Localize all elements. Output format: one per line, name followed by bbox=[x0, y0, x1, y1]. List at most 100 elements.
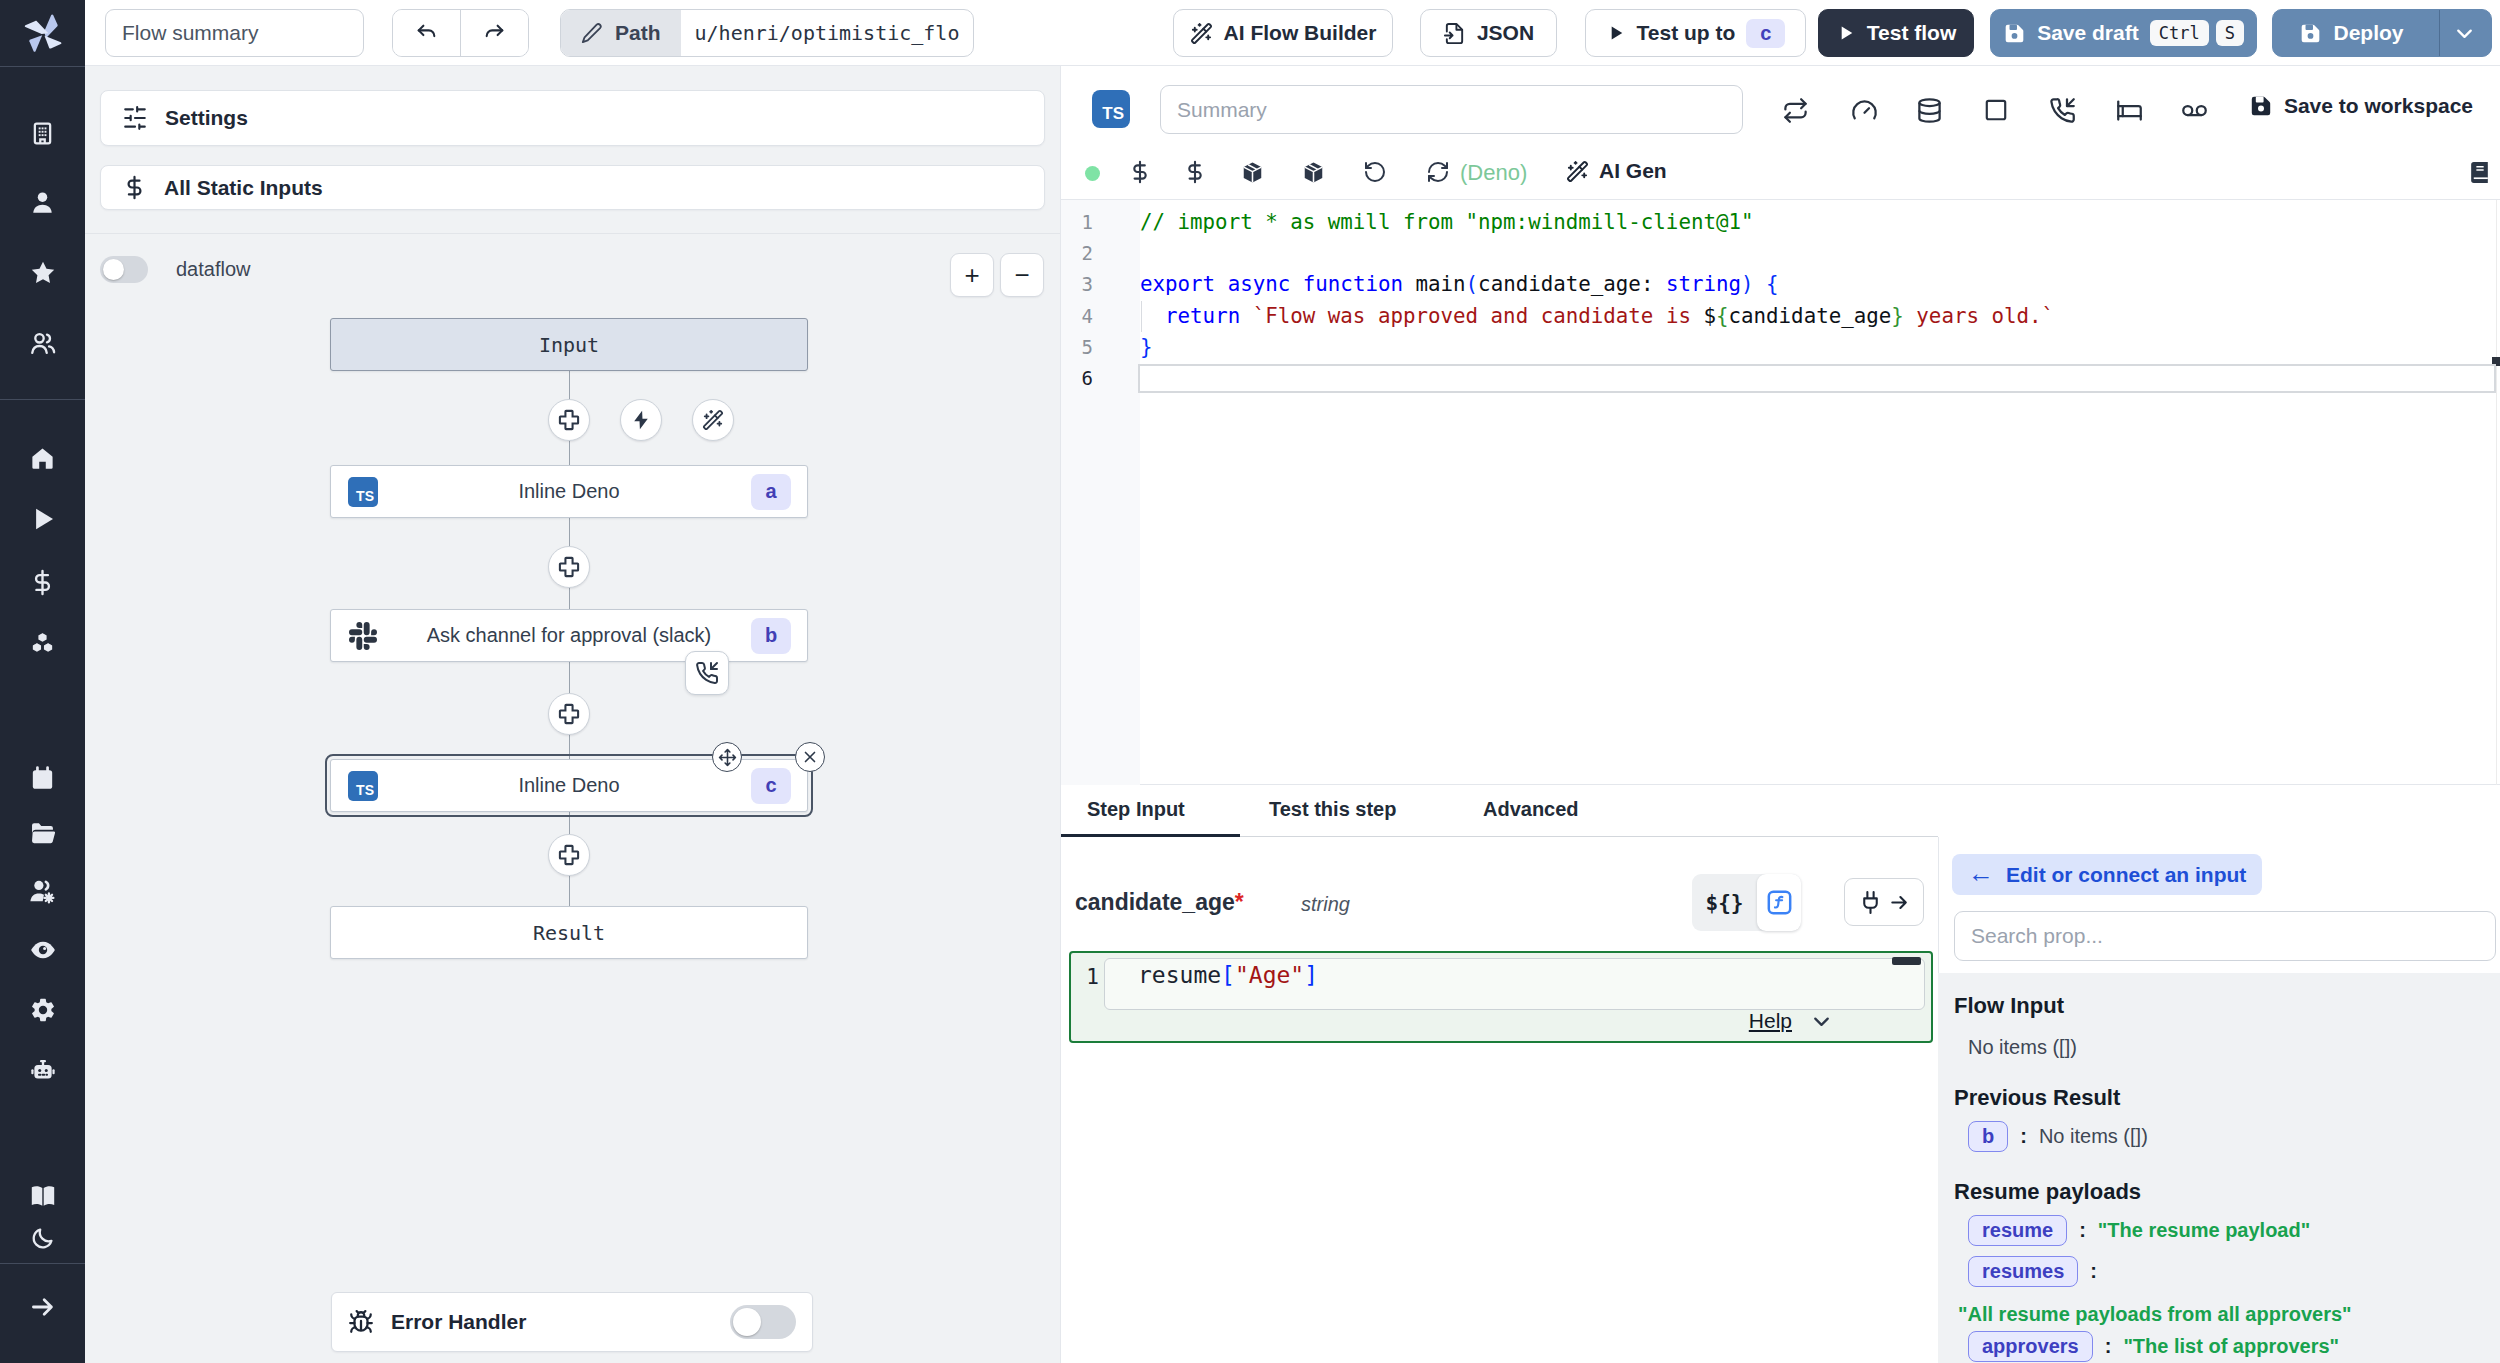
topbar: Path u/henri/optimistic_flo AI Flow Buil… bbox=[85, 0, 2500, 66]
cache-icon[interactable] bbox=[1916, 97, 1943, 124]
sidebar-item-home[interactable] bbox=[0, 444, 85, 472]
move-step-handle[interactable] bbox=[712, 742, 742, 772]
dark-mode-toggle-icon[interactable] bbox=[0, 1225, 85, 1251]
insert-step-button[interactable] bbox=[548, 834, 590, 876]
delete-step-button[interactable] bbox=[795, 742, 825, 772]
prop-badge-resume[interactable]: resume bbox=[1968, 1215, 2067, 1246]
active-tab-underline bbox=[1061, 834, 1240, 837]
reload-icon[interactable] bbox=[1426, 160, 1450, 184]
flow-node-step-a[interactable]: TS Inline Deno a bbox=[330, 465, 808, 518]
field-type: string bbox=[1301, 893, 1350, 916]
sleep-icon[interactable] bbox=[2116, 97, 2143, 124]
insert-step-button[interactable] bbox=[548, 693, 590, 735]
ai-gen-button[interactable]: AI Gen bbox=[1566, 159, 1667, 183]
deploy-button[interactable]: Deploy bbox=[2272, 9, 2492, 57]
resume-payloads-title: Resume payloads bbox=[1954, 1179, 2141, 1205]
insert-step-button[interactable] bbox=[548, 546, 590, 588]
sidebar-item-workers[interactable] bbox=[0, 877, 85, 905]
mock-icon[interactable] bbox=[2181, 97, 2208, 124]
insert-trigger-button[interactable] bbox=[620, 399, 662, 441]
sidebar-item-resources[interactable] bbox=[0, 630, 85, 659]
dataflow-toggle[interactable] bbox=[100, 256, 148, 283]
summary-input[interactable] bbox=[1160, 85, 1743, 134]
javascript-mode-button[interactable] bbox=[1757, 874, 1801, 931]
expression-scrollbar[interactable] bbox=[1892, 957, 1921, 965]
code-editor[interactable]: 1// import * as wmill from "npm:windmill… bbox=[1061, 200, 2500, 785]
sidebar-collapse-button[interactable] bbox=[0, 1293, 85, 1321]
resources-icon[interactable] bbox=[1240, 160, 1265, 185]
error-handler-toggle[interactable] bbox=[730, 1305, 796, 1339]
test-up-to-button[interactable]: Test up to c bbox=[1585, 9, 1806, 57]
zoom-in-button[interactable]: + bbox=[950, 253, 994, 297]
insert-ai-step-button[interactable] bbox=[692, 399, 734, 441]
documentation-icon[interactable] bbox=[2467, 160, 2492, 185]
reset-icon[interactable] bbox=[1363, 160, 1387, 184]
sidebar-item-folders[interactable] bbox=[0, 819, 85, 847]
sidebar-item-user[interactable] bbox=[0, 188, 85, 216]
previous-result-title: Previous Result bbox=[1954, 1085, 2120, 1111]
deploy-dropdown-button[interactable] bbox=[2439, 10, 2489, 56]
sidebar-item-docs[interactable] bbox=[0, 1182, 85, 1210]
sidebar-item-schedules[interactable] bbox=[0, 764, 85, 792]
sidebar-item-groups[interactable] bbox=[0, 329, 85, 357]
resumes-value: "All resume payloads from all approvers" bbox=[1958, 1303, 2352, 1326]
sidebar-item-audit-logs[interactable] bbox=[0, 936, 85, 964]
retry-icon[interactable] bbox=[1782, 97, 1809, 124]
json-button[interactable]: JSON bbox=[1420, 9, 1557, 57]
sidebar-item-workspace[interactable] bbox=[0, 119, 85, 147]
insert-step-button[interactable] bbox=[548, 399, 590, 441]
flow-settings-card[interactable]: Settings bbox=[100, 90, 1045, 146]
prop-badge-resumes[interactable]: resumes bbox=[1968, 1256, 2078, 1287]
resource-types-icon[interactable] bbox=[1301, 160, 1326, 185]
code-line-5[interactable]: 5} bbox=[1061, 332, 2500, 363]
code-line-6[interactable]: 6 bbox=[1061, 363, 2500, 394]
code-line-4[interactable]: 4 return `Flow was approved and candidat… bbox=[1061, 301, 2500, 332]
sidebar-item-variables[interactable] bbox=[0, 568, 85, 596]
test-flow-button[interactable]: Test flow bbox=[1818, 9, 1974, 57]
step-id-badge: a bbox=[751, 474, 791, 510]
connect-input-button[interactable] bbox=[1844, 878, 1924, 926]
save-draft-button[interactable]: Save draft Ctrl S bbox=[1990, 9, 2257, 57]
prop-badge-b[interactable]: b bbox=[1968, 1121, 2008, 1152]
search-prop-input[interactable] bbox=[1954, 911, 2496, 961]
early-stop-icon[interactable] bbox=[1983, 97, 2009, 123]
path-widget[interactable]: Path u/henri/optimistic_flo bbox=[560, 9, 974, 57]
tab-test-this-step[interactable]: Test this step bbox=[1269, 798, 1396, 821]
save-to-workspace-button[interactable]: Save to workspace bbox=[2249, 94, 2473, 118]
sidebar-item-favorites[interactable] bbox=[0, 259, 85, 287]
contextual-variables-icon[interactable] bbox=[1183, 160, 1207, 184]
sidebar-item-runs[interactable] bbox=[0, 504, 85, 534]
code-line-2[interactable]: 2 bbox=[1061, 238, 2500, 269]
suspend-icon[interactable] bbox=[2049, 97, 2076, 124]
flow-node-step-b[interactable]: Ask channel for approval (slack) b bbox=[330, 609, 808, 662]
tab-step-input[interactable]: Step Input bbox=[1087, 798, 1185, 821]
code-line-3[interactable]: 3export async function main(candidate_ag… bbox=[1061, 269, 2500, 300]
connect-input-panel: ← Edit or connect an input Flow Input No… bbox=[1938, 785, 2500, 1363]
code-line-1[interactable]: 1// import * as wmill from "npm:windmill… bbox=[1061, 207, 2500, 238]
variables-icon[interactable] bbox=[1128, 160, 1152, 184]
error-handler-label: Error Handler bbox=[391, 1310, 526, 1334]
help-link[interactable]: Help bbox=[1749, 1009, 1792, 1033]
zoom-out-button[interactable]: − bbox=[1000, 253, 1044, 297]
all-static-inputs-card[interactable]: All Static Inputs bbox=[100, 165, 1045, 210]
flow-node-input[interactable]: Input bbox=[330, 318, 808, 371]
ai-flow-builder-button[interactable]: AI Flow Builder bbox=[1173, 9, 1393, 57]
flow-node-result[interactable]: Result bbox=[330, 906, 808, 959]
windmill-logo-icon[interactable] bbox=[0, 10, 85, 56]
sidebar-item-ai[interactable] bbox=[0, 1057, 85, 1085]
prop-badge-approvers[interactable]: approvers bbox=[1968, 1331, 2093, 1362]
chevron-down-icon[interactable] bbox=[1810, 1010, 1833, 1033]
error-handler-card[interactable]: Error Handler bbox=[331, 1292, 813, 1352]
template-mode-label[interactable]: ${} bbox=[1692, 891, 1757, 915]
flow-summary-input[interactable] bbox=[105, 9, 364, 57]
undo-button[interactable] bbox=[393, 10, 460, 56]
save-icon bbox=[2249, 94, 2273, 118]
sidebar-item-settings[interactable] bbox=[0, 996, 85, 1024]
concurrency-limit-icon[interactable] bbox=[1851, 97, 1878, 124]
expression-editor[interactable]: 1 resume["Age"] Help bbox=[1069, 951, 1933, 1043]
edit-or-connect-button[interactable]: ← Edit or connect an input bbox=[1952, 854, 2262, 895]
redo-button[interactable] bbox=[460, 10, 528, 56]
tab-advanced[interactable]: Advanced bbox=[1483, 798, 1579, 821]
typescript-icon: TS bbox=[1092, 90, 1130, 128]
step-id-badge: b bbox=[751, 618, 791, 654]
